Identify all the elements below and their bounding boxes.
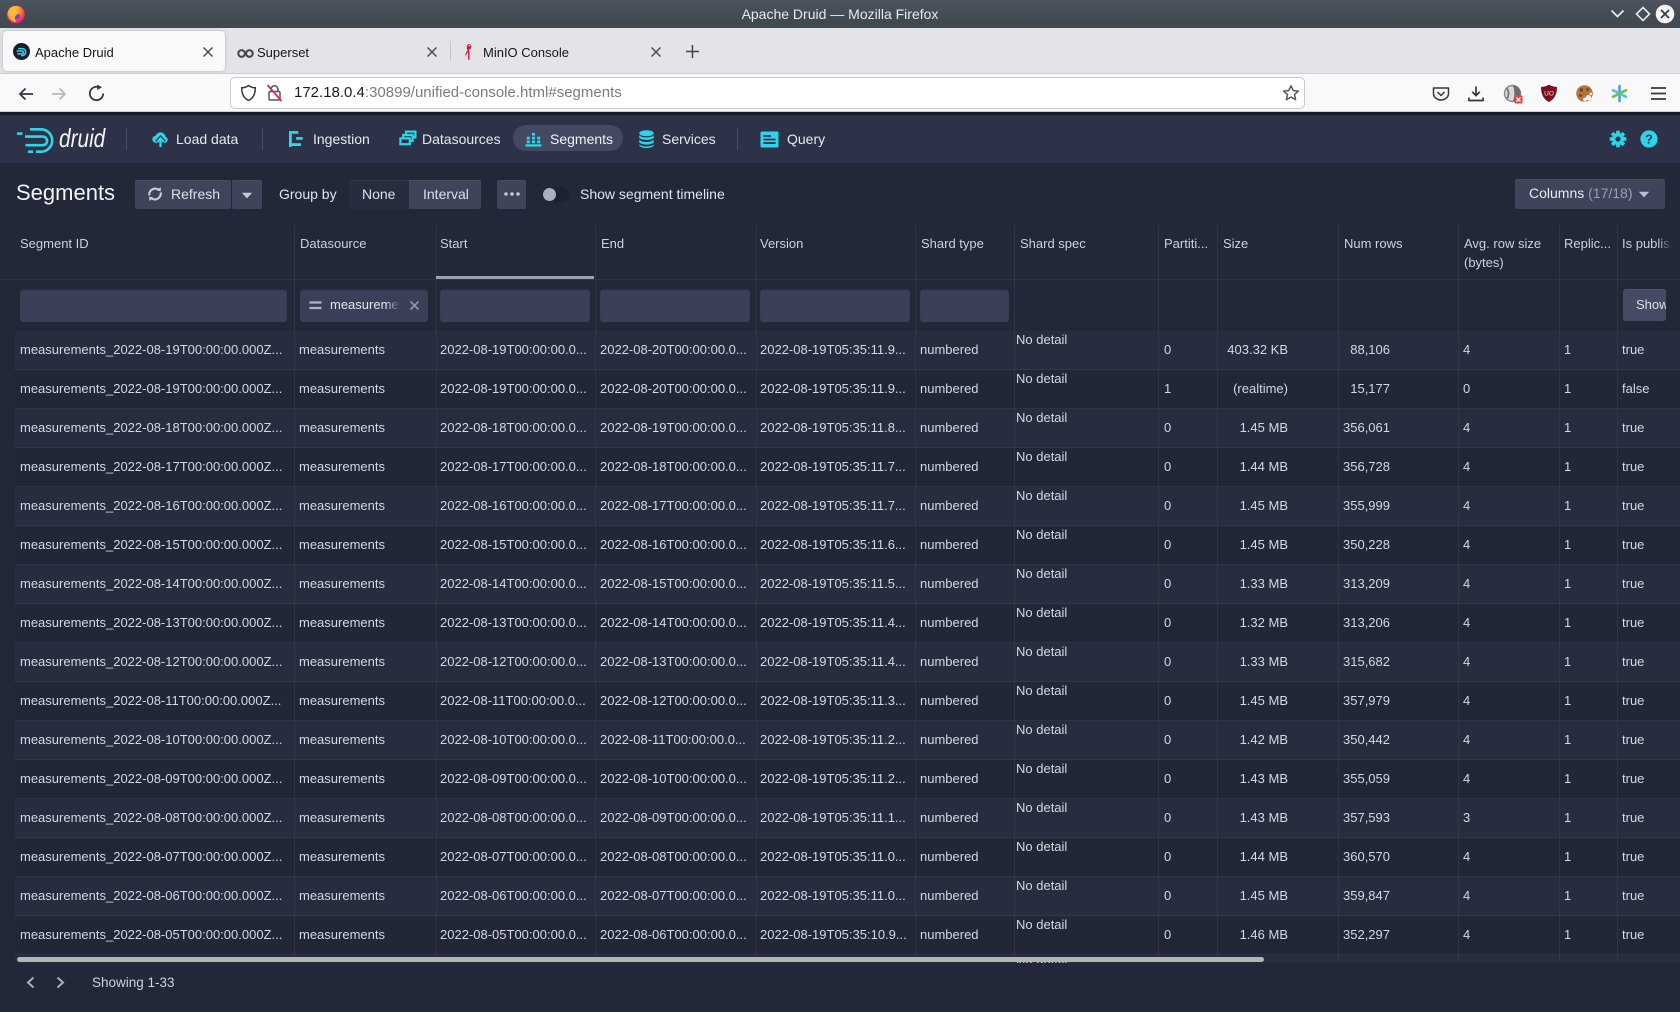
svg-text:?: ?	[1645, 132, 1653, 147]
svg-text:UO: UO	[1544, 91, 1554, 98]
